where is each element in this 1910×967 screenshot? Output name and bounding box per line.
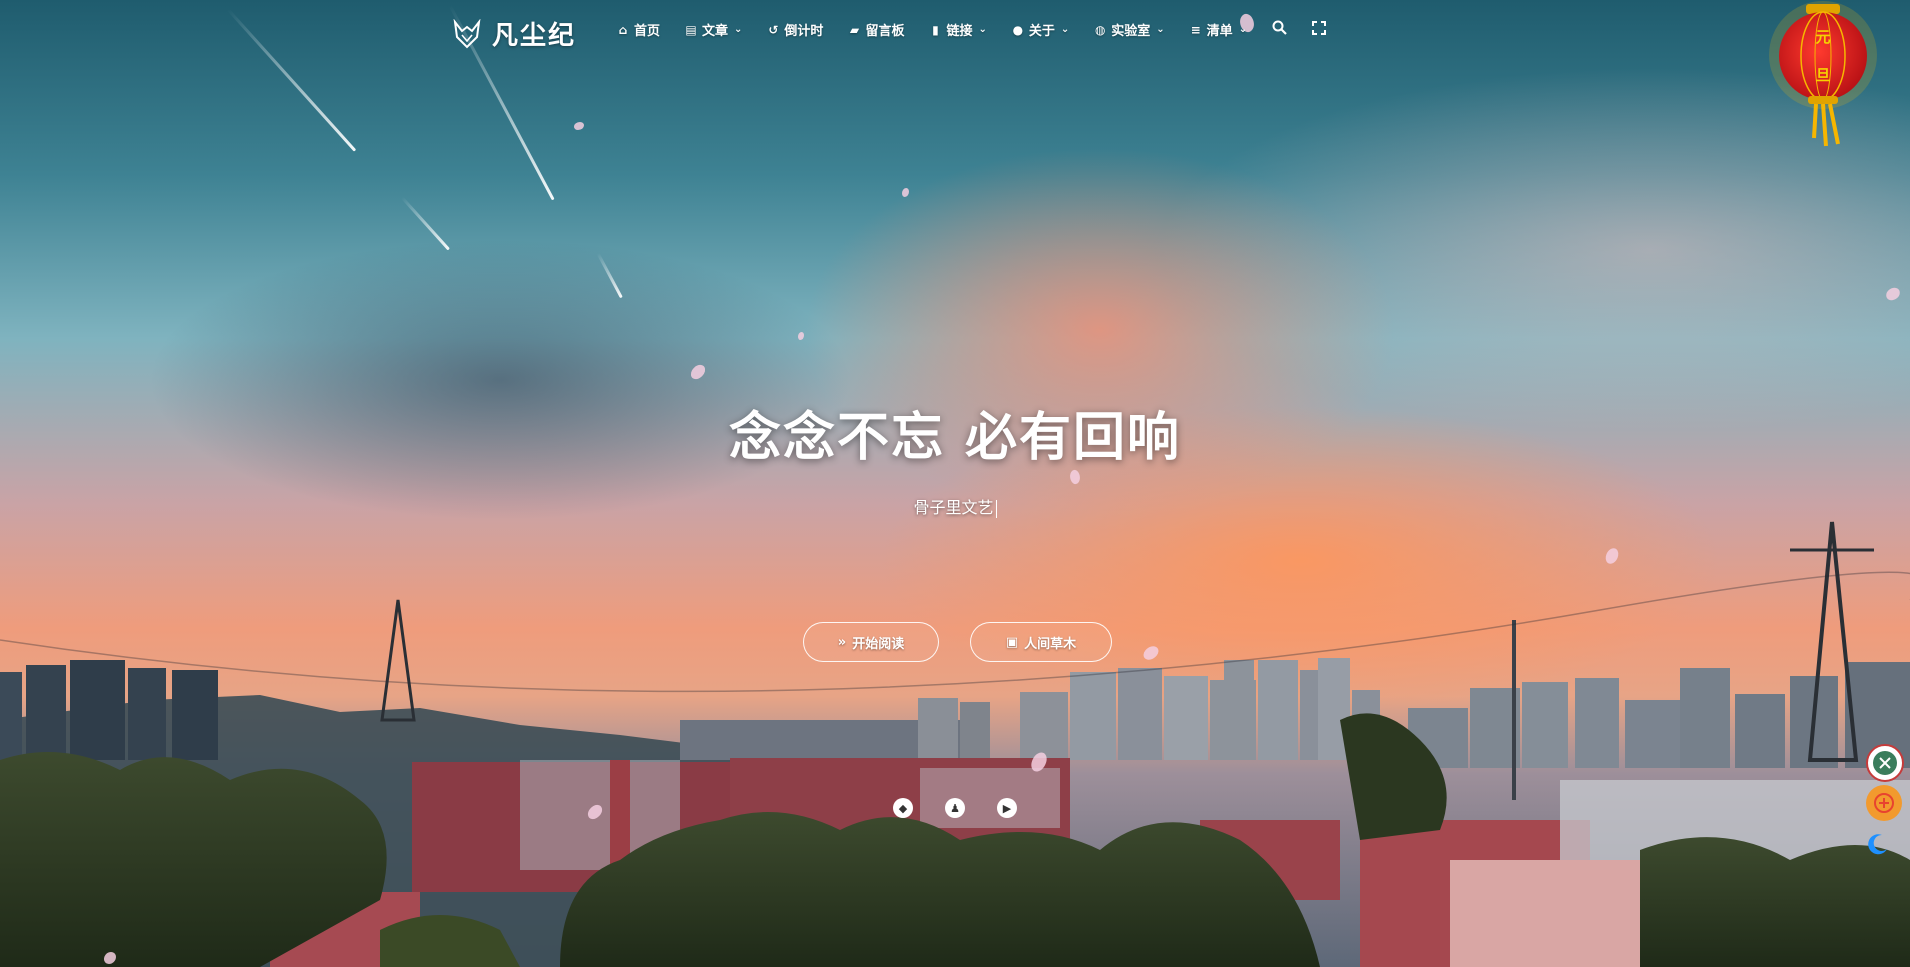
start-reading-label: 开始阅读 — [852, 636, 905, 652]
nav-about-label: 关于 — [1028, 24, 1055, 39]
nav-lab-label: 实验室 — [1111, 24, 1151, 39]
renjian-caomu-label: 人间草木 — [1024, 636, 1077, 652]
hero-title: 念念不忘 必有回响 — [728, 408, 1182, 468]
top-navbar: 凡尘纪 ⌂ 首页 ▤ 文章 ⌄ ↺ 倒计时 ▰ 留言板 ▮ 链接 ⌄ ● 关于 … — [0, 0, 1910, 64]
city-skyline — [0, 521, 1910, 967]
book-icon: ▤ — [685, 22, 697, 37]
comments-icon: ▰ — [849, 22, 860, 37]
main-menu: ⌂ 首页 ▤ 文章 ⌄ ↺ 倒计时 ▰ 留言板 ▮ 链接 ⌄ ● 关于 ⌄ ◍ … — [617, 20, 1327, 40]
nav-about[interactable]: ● 关于 ⌄ — [1012, 20, 1070, 40]
site-logo[interactable]: 凡尘纪 — [452, 15, 576, 52]
hero-background — [0, 0, 1910, 967]
fullscreen-icon[interactable] — [1312, 20, 1327, 39]
nav-links[interactable]: ▮ 链接 ⌄ — [929, 20, 987, 40]
chevron-down-icon: ⌄ — [734, 24, 743, 35]
nav-countdown[interactable]: ↺ 倒计时 — [767, 20, 824, 40]
gift-icon[interactable] — [1866, 785, 1902, 821]
social-links: ◆ ♟ ▶ — [893, 798, 1017, 818]
chevron-down-icon: ⌄ — [1156, 24, 1165, 35]
chevron-down-icon: ⌄ — [1238, 24, 1248, 35]
qq-icon[interactable]: ♟ — [945, 798, 965, 818]
lantern-icon: 元 旦 — [1769, 1, 1877, 147]
nav-articles-label: 文章 — [702, 24, 729, 39]
hero-subtitle: 骨子里文艺 — [0, 494, 1910, 518]
nav-list[interactable]: ≡ 清单 ⌄ — [1190, 20, 1248, 40]
nav-lab[interactable]: ◍ 实验室 ⌄ — [1094, 20, 1165, 40]
hero-subtitle-text: 骨子里文艺 — [913, 498, 994, 517]
typing-caret — [995, 499, 997, 518]
search-icon[interactable] — [1272, 20, 1287, 39]
home-icon: ⌂ — [618, 22, 628, 37]
moon-icon[interactable] — [1866, 832, 1890, 856]
fox-logo-icon — [453, 18, 481, 48]
nav-home-label: 首页 — [634, 24, 661, 39]
lantern-char: 元 — [1815, 28, 1830, 46]
nav-guestbook-label: 留言板 — [865, 24, 905, 39]
nav-links-label: 链接 — [946, 24, 973, 39]
double-chevron-down-icon: » — [837, 634, 847, 650]
list-icon: ≡ — [1190, 22, 1201, 37]
bookmark-icon: ▮ — [932, 22, 939, 37]
history-icon: ↺ — [768, 22, 779, 37]
site-title: 凡尘纪 — [492, 21, 577, 51]
chevron-down-icon: ⌄ — [1060, 24, 1070, 35]
nav-list-label: 清单 — [1206, 24, 1233, 39]
robot-icon: ▣ — [1005, 634, 1019, 650]
bilibili-icon[interactable]: ◆ — [893, 798, 913, 818]
chevron-down-icon: ⌄ — [978, 24, 987, 35]
nav-countdown-label: 倒计时 — [784, 24, 824, 39]
renjian-caomu-button[interactable]: ▣ 人间草木 — [970, 622, 1112, 662]
music-player-icon[interactable] — [1866, 744, 1904, 782]
nav-articles[interactable]: ▤ 文章 ⌄ — [685, 20, 743, 40]
play-circle-icon[interactable]: ▶ — [997, 798, 1017, 818]
nav-guestbook[interactable]: ▰ 留言板 — [848, 20, 905, 40]
user-circle-icon: ● — [1012, 22, 1024, 37]
flask-icon: ◍ — [1095, 22, 1106, 37]
lantern-char: 旦 — [1815, 66, 1830, 84]
start-reading-button[interactable]: » 开始阅读 — [803, 622, 939, 662]
nav-home[interactable]: ⌂ 首页 — [617, 20, 661, 40]
